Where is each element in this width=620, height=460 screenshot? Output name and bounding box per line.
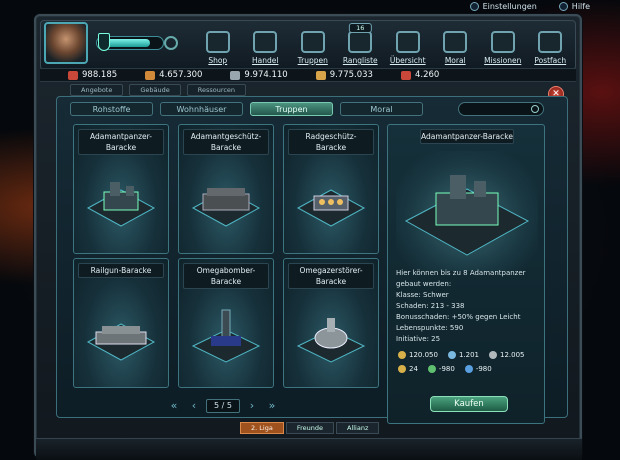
missions-icon (490, 31, 515, 53)
resource-icon (68, 70, 78, 80)
settings-link[interactable]: Einstellungen (469, 0, 537, 12)
search-icon (531, 105, 539, 113)
gold-icon (398, 351, 406, 359)
tab-allianz[interactable]: Allianz (335, 422, 380, 434)
population-icon (398, 365, 406, 373)
nav-missionen[interactable]: Missionen (479, 22, 527, 68)
troops-icon (300, 31, 325, 53)
top-links: Einstellungen Hilfe (469, 0, 590, 12)
tab-rohstoffe[interactable]: Rohstoffe (70, 102, 153, 116)
bottom-bar (36, 438, 582, 460)
pager: « ‹ 5 / 5 › » (166, 399, 280, 413)
search-input[interactable] (458, 102, 544, 116)
railgun-barracks-icon (86, 323, 156, 361)
resource-icon (145, 70, 156, 80)
tab-moral[interactable]: Moral (340, 102, 423, 116)
shop-icon (205, 31, 230, 53)
building-card[interactable]: Adamantpanzer-Baracke (73, 124, 169, 254)
detail-description: Hier können bis zu 8 Adamantpanzer gebau… (396, 269, 526, 343)
metal-icon (489, 351, 497, 359)
tab-gebaeude[interactable]: Gebäude (129, 84, 181, 96)
energy-icon (464, 365, 473, 373)
nav-shop[interactable]: Shop (194, 22, 242, 68)
settings-icon (469, 1, 479, 11)
resource-item: 9.974.110 (230, 70, 288, 80)
section-tabs: Angebote Gebäude Ressourcen (70, 84, 247, 96)
building-name: Omegazerstörer-Baracke (288, 263, 374, 289)
resource-icon (230, 70, 241, 80)
building-card[interactable]: Railgun-Baracke (73, 258, 169, 388)
food-icon (427, 365, 436, 373)
bomber-barracks-icon (191, 309, 261, 363)
mailbox-icon (538, 31, 563, 53)
tank-barracks-icon (404, 175, 530, 256)
prev-page-icon[interactable]: ‹ (186, 400, 202, 412)
refresh-icon[interactable] (164, 36, 178, 50)
artillery-barracks-icon (191, 187, 261, 227)
ranking-icon (348, 31, 373, 53)
effect-row: 24 -980 -980 (398, 362, 548, 376)
building-card[interactable]: Omegabomber-Baracke (178, 258, 274, 388)
next-page-icon[interactable]: › (244, 400, 260, 412)
nav-truppen[interactable]: Truppen (289, 22, 337, 68)
detail-title: Adamantpanzer-Baracke (420, 129, 514, 144)
tank-barracks-icon (86, 181, 156, 227)
tab-freunde[interactable]: Freunde (285, 422, 334, 434)
bottom-tabs: 2. Liga Freunde Allianz (240, 422, 380, 434)
help-link[interactable]: Hilfe (558, 0, 590, 12)
resource-icon (400, 70, 411, 80)
tab-angebote[interactable]: Angebote (70, 84, 124, 96)
building-name: Railgun-Baracke (78, 263, 164, 278)
tab-truppen[interactable]: Truppen (250, 102, 333, 116)
resource-icon (315, 70, 326, 80)
building-card[interactable]: Omegazerstörer-Baracke (283, 258, 379, 388)
main-nav: Shop Handel Truppen 16 Rangliste Übersich… (194, 22, 574, 68)
help-icon (558, 1, 568, 11)
resource-item: 4.260 (400, 70, 439, 80)
morale-icon (443, 31, 468, 53)
nav-moral[interactable]: Moral (432, 22, 480, 68)
resource-item: 9.775.033 (315, 70, 373, 80)
tab-liga[interactable]: 2. Liga (240, 422, 284, 434)
tab-wohnhaeuser[interactable]: Wohnhäuser (160, 102, 243, 116)
cost-stats: 120.050 1.201 12.005 24 -980 -980 (398, 348, 548, 376)
page-indicator: 5 / 5 (206, 399, 240, 413)
building-card[interactable]: Radgeschütz-Baracke (283, 124, 379, 254)
resource-item: 988.185 (68, 70, 117, 80)
nav-rangliste[interactable]: 16 Rangliste (337, 22, 385, 68)
tab-ressourcen[interactable]: Ressourcen (186, 84, 247, 96)
rank-badge: 16 (349, 23, 372, 33)
destroyer-barracks-icon (296, 317, 366, 363)
nav-handel[interactable]: Handel (242, 22, 290, 68)
building-name: Radgeschütz-Baracke (288, 129, 374, 155)
overview-icon (395, 31, 420, 53)
resource-item: 4.657.300 (145, 70, 202, 80)
nav-postfach[interactable]: Postfach (527, 22, 575, 68)
trade-icon (253, 31, 278, 53)
flask-icon (98, 33, 110, 51)
first-page-icon[interactable]: « (166, 400, 182, 412)
building-name: Adamantgeschütz-Baracke (183, 129, 269, 155)
building-card[interactable]: Adamantgeschütz-Baracke (178, 124, 274, 254)
last-page-icon[interactable]: » (264, 400, 280, 412)
player-avatar[interactable] (44, 22, 88, 64)
cost-row: 120.050 1.201 12.005 (398, 348, 548, 362)
resource-bar: 988.185 4.657.300 9.974.110 9.775.033 4.… (40, 68, 576, 82)
building-name: Omegabomber-Baracke (183, 263, 269, 289)
detail-image (396, 151, 538, 271)
buy-button[interactable]: Kaufen (430, 396, 508, 412)
nav-uebersicht[interactable]: Übersicht (384, 22, 432, 68)
wheel-gun-barracks-icon (296, 189, 366, 227)
crystal-icon (447, 351, 456, 359)
building-name: Adamantpanzer-Baracke (78, 129, 164, 155)
category-tabs: Rohstoffe Wohnhäuser Truppen Moral (70, 102, 423, 116)
